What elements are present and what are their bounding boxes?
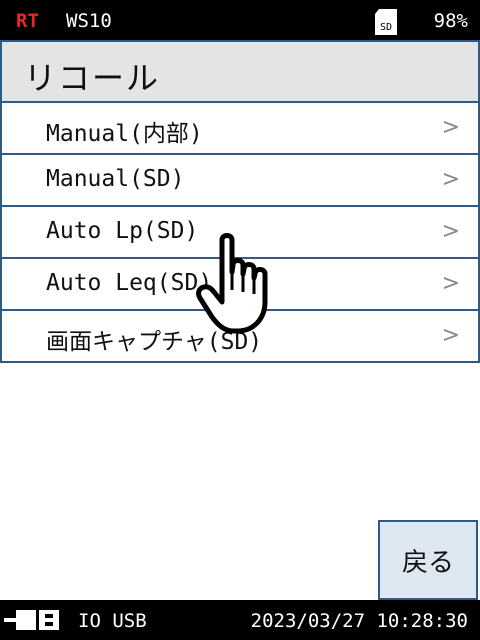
chevron-right-icon: > <box>441 323 460 348</box>
bottom-status-bar: IO USB 2023/03/27 10:28:30 <box>0 600 480 640</box>
connection-icon <box>4 610 59 630</box>
menu-item-screen-capture-sd[interactable]: 画面キャプチャ(SD) > <box>0 311 480 363</box>
datetime: 2023/03/27 10:28:30 <box>250 610 468 632</box>
chevron-right-icon: > <box>441 271 460 296</box>
svg-text:SD: SD <box>380 22 392 33</box>
menu-item-label: 画面キャプチャ(SD) <box>46 329 263 355</box>
menu-item-auto-lp-sd[interactable]: Auto Lp(SD) > <box>0 207 480 259</box>
menu-item-manual-sd[interactable]: Manual(SD) > <box>0 155 480 207</box>
mode-indicator: RT <box>16 10 39 32</box>
chevron-right-icon: > <box>441 219 460 244</box>
recall-screen: リコール Manual(内部) > Manual(SD) > Auto Lp(S… <box>0 40 480 600</box>
menu-item-label: Auto Lp(SD) <box>46 218 199 244</box>
battery-level: 98% <box>433 10 468 32</box>
menu-item-auto-leq-sd[interactable]: Auto Leq(SD) > <box>0 259 480 311</box>
menu-item-label: Manual(SD) <box>46 166 185 192</box>
menu-item-label: Manual(内部) <box>46 121 203 147</box>
title-bar: リコール <box>0 40 480 103</box>
back-button[interactable]: 戻る <box>378 520 478 600</box>
menu-item-manual-internal[interactable]: Manual(内部) > <box>0 103 480 155</box>
status-bar: RT WS10 SD 98% <box>0 0 480 40</box>
model-indicator: WS10 <box>66 10 112 32</box>
io-status: IO USB <box>78 610 147 632</box>
recall-menu: Manual(内部) > Manual(SD) > Auto Lp(SD) > … <box>0 103 480 363</box>
chevron-right-icon: > <box>441 115 460 140</box>
chevron-right-icon: > <box>441 167 460 192</box>
page-title: リコール <box>24 59 161 97</box>
menu-item-label: Auto Leq(SD) <box>46 270 213 296</box>
sd-card-icon: SD <box>375 9 397 35</box>
